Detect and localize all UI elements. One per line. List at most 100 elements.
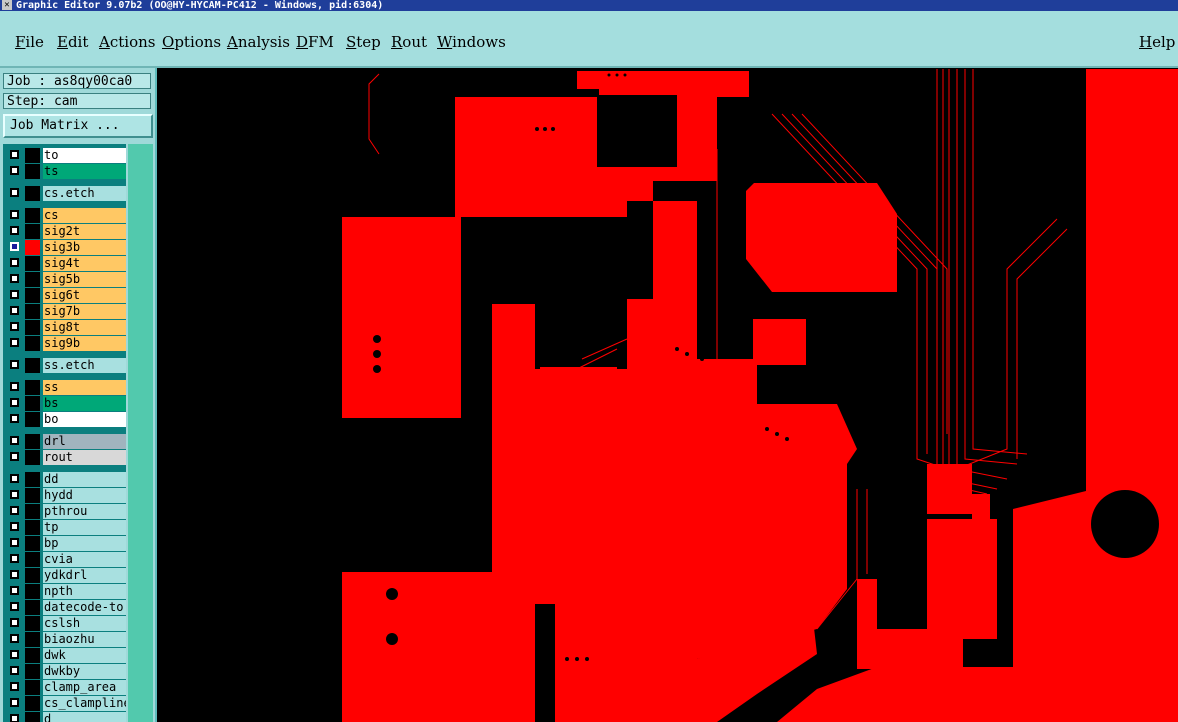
layer-checkbox[interactable] bbox=[10, 602, 19, 611]
layer-name[interactable]: sig2t bbox=[43, 224, 126, 239]
layer-row[interactable]: cvia bbox=[3, 552, 126, 567]
menu-options[interactable]: Options bbox=[162, 33, 221, 51]
layer-row[interactable]: sig9b bbox=[3, 336, 126, 351]
layer-checkbox[interactable] bbox=[10, 436, 19, 445]
layer-checkbox[interactable] bbox=[10, 166, 19, 175]
layer-name[interactable]: datecode-to bbox=[43, 600, 126, 615]
layer-checkbox[interactable] bbox=[10, 714, 19, 722]
layer-row[interactable]: dwkby bbox=[3, 664, 126, 679]
layer-checkbox[interactable] bbox=[10, 414, 19, 423]
layer-name[interactable]: cslsh bbox=[43, 616, 126, 631]
layer-name[interactable]: ss.etch bbox=[43, 358, 126, 373]
layer-checkbox[interactable] bbox=[10, 210, 19, 219]
layer-row[interactable]: cslsh bbox=[3, 616, 126, 631]
layer-name[interactable]: tp bbox=[43, 520, 126, 535]
layer-row[interactable]: dd bbox=[3, 472, 126, 487]
layer-checkbox[interactable] bbox=[10, 538, 19, 547]
menu-step[interactable]: Step bbox=[346, 33, 381, 51]
layer-checkbox[interactable] bbox=[10, 226, 19, 235]
layer-row[interactable]: cs_clampline bbox=[3, 696, 126, 711]
layer-checkbox[interactable] bbox=[10, 522, 19, 531]
layer-name[interactable]: rout bbox=[43, 450, 126, 465]
menu-windows[interactable]: Windows bbox=[437, 33, 506, 51]
layer-row[interactable]: hydd bbox=[3, 488, 126, 503]
layer-name[interactable]: d bbox=[43, 712, 126, 722]
layer-row[interactable]: ts bbox=[3, 164, 126, 179]
layer-name[interactable]: dwkby bbox=[43, 664, 126, 679]
layer-checkbox[interactable] bbox=[10, 338, 19, 347]
layer-row[interactable]: rout bbox=[3, 450, 126, 465]
layer-row[interactable]: bs bbox=[3, 396, 126, 411]
layer-row[interactable]: cs bbox=[3, 208, 126, 223]
layer-row[interactable]: tp bbox=[3, 520, 126, 535]
layer-name[interactable]: biaozhu bbox=[43, 632, 126, 647]
layer-row[interactable]: ss.etch bbox=[3, 358, 126, 373]
job-matrix-button[interactable]: Job Matrix ... bbox=[3, 114, 153, 138]
layer-name[interactable]: bs bbox=[43, 396, 126, 411]
menu-rout[interactable]: Rout bbox=[391, 33, 427, 51]
layer-name[interactable]: sig5b bbox=[43, 272, 126, 287]
layer-row[interactable]: dwk bbox=[3, 648, 126, 663]
layer-row[interactable]: bp bbox=[3, 536, 126, 551]
layer-name[interactable]: bo bbox=[43, 412, 126, 427]
layer-checkbox[interactable] bbox=[10, 586, 19, 595]
graphic-workspace[interactable] bbox=[157, 69, 1178, 722]
layer-checkbox[interactable] bbox=[10, 506, 19, 515]
layer-row[interactable]: sig8t bbox=[3, 320, 126, 335]
layer-row[interactable]: sig6t bbox=[3, 288, 126, 303]
layer-row[interactable]: to bbox=[3, 148, 126, 163]
layer-checkbox[interactable] bbox=[10, 290, 19, 299]
layer-checkbox[interactable] bbox=[10, 490, 19, 499]
layer-checkbox[interactable] bbox=[10, 150, 19, 159]
layer-row[interactable]: sig4t bbox=[3, 256, 126, 271]
layer-name[interactable]: sig3b bbox=[43, 240, 126, 255]
layer-name[interactable]: sig9b bbox=[43, 336, 126, 351]
layer-checkbox[interactable] bbox=[10, 650, 19, 659]
layer-row[interactable]: sig2t bbox=[3, 224, 126, 239]
pcb-layer-view[interactable] bbox=[157, 69, 1178, 722]
layer-name[interactable]: to bbox=[43, 148, 126, 163]
menu-help[interactable]: Help bbox=[1139, 33, 1175, 51]
layer-checkbox[interactable] bbox=[10, 274, 19, 283]
layer-name[interactable]: sig7b bbox=[43, 304, 126, 319]
layer-name[interactable]: cvia bbox=[43, 552, 126, 567]
menu-actions[interactable]: Actions bbox=[99, 33, 155, 51]
layer-row[interactable]: drl bbox=[3, 434, 126, 449]
layer-row[interactable]: sig3b bbox=[3, 240, 126, 255]
layer-name[interactable]: hydd bbox=[43, 488, 126, 503]
layer-name[interactable]: ydkdrl bbox=[43, 568, 126, 583]
layer-row[interactable]: pthrou bbox=[3, 504, 126, 519]
layer-row[interactable]: cs.etch bbox=[3, 186, 126, 201]
layer-name[interactable]: dd bbox=[43, 472, 126, 487]
layer-checkbox[interactable] bbox=[10, 258, 19, 267]
layer-checkbox[interactable] bbox=[10, 682, 19, 691]
layer-checkbox[interactable] bbox=[10, 242, 19, 251]
layer-name[interactable]: pthrou bbox=[43, 504, 126, 519]
layer-row[interactable]: npth bbox=[3, 584, 126, 599]
layer-row[interactable]: bo bbox=[3, 412, 126, 427]
layer-checkbox[interactable] bbox=[10, 306, 19, 315]
layer-name[interactable]: clamp_area bbox=[43, 680, 126, 695]
layer-checkbox[interactable] bbox=[10, 618, 19, 627]
layer-checkbox[interactable] bbox=[10, 188, 19, 197]
layer-name[interactable]: sig8t bbox=[43, 320, 126, 335]
layer-checkbox[interactable] bbox=[10, 322, 19, 331]
layer-row[interactable]: ss bbox=[3, 380, 126, 395]
layer-name[interactable]: dwk bbox=[43, 648, 126, 663]
layer-row[interactable]: ydkdrl bbox=[3, 568, 126, 583]
layer-name[interactable]: cs.etch bbox=[43, 186, 126, 201]
layer-name[interactable]: sig4t bbox=[43, 256, 126, 271]
layer-checkbox[interactable] bbox=[10, 382, 19, 391]
layer-row[interactable]: biaozhu bbox=[3, 632, 126, 647]
layer-name[interactable]: bp bbox=[43, 536, 126, 551]
menu-file[interactable]: File bbox=[15, 33, 44, 51]
layer-checkbox[interactable] bbox=[10, 634, 19, 643]
layer-name[interactable]: npth bbox=[43, 584, 126, 599]
layer-checkbox[interactable] bbox=[10, 554, 19, 563]
layer-checkbox[interactable] bbox=[10, 474, 19, 483]
layer-checkbox[interactable] bbox=[10, 666, 19, 675]
layer-checkbox[interactable] bbox=[10, 398, 19, 407]
layer-name[interactable]: drl bbox=[43, 434, 126, 449]
close-icon[interactable]: ✕ bbox=[2, 0, 12, 10]
layer-name[interactable]: ts bbox=[43, 164, 126, 179]
